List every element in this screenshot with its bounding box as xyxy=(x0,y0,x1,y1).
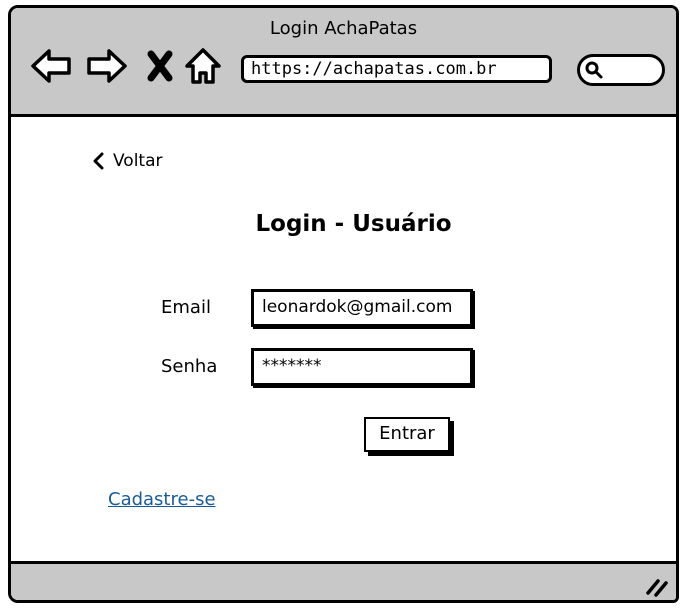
back-button[interactable] xyxy=(29,44,73,88)
arrow-right-icon xyxy=(87,49,127,83)
browser-window: Login AchaPatas https://achapatas.com.br xyxy=(8,5,679,603)
email-field[interactable]: leonardok@gmail.com xyxy=(251,289,473,327)
login-button[interactable]: Entrar xyxy=(364,417,450,452)
signup-link[interactable]: Cadastre-se xyxy=(108,489,216,510)
page-content: Voltar Login - Usuário Email leonardok@g… xyxy=(11,117,676,561)
password-label: Senha xyxy=(161,356,218,377)
forward-button[interactable] xyxy=(85,44,129,88)
back-link-label: Voltar xyxy=(113,151,163,171)
arrow-left-icon xyxy=(31,49,71,83)
page-title: Login - Usuário xyxy=(255,211,452,237)
home-button[interactable] xyxy=(183,44,223,88)
url-bar[interactable]: https://achapatas.com.br xyxy=(241,55,552,83)
status-bar xyxy=(11,561,676,600)
home-icon xyxy=(185,48,221,84)
chevron-left-icon xyxy=(93,152,104,170)
password-field[interactable]: ******* xyxy=(251,348,473,386)
search-icon xyxy=(585,61,603,79)
search-box[interactable] xyxy=(577,54,665,86)
email-label: Email xyxy=(161,297,211,318)
browser-toolbar: Login AchaPatas https://achapatas.com.br xyxy=(11,8,676,117)
window-title: Login AchaPatas xyxy=(269,18,418,39)
close-icon xyxy=(147,50,173,82)
stop-button[interactable] xyxy=(143,44,177,88)
back-link[interactable]: Voltar xyxy=(91,151,163,171)
resize-grip-icon[interactable] xyxy=(644,573,670,597)
